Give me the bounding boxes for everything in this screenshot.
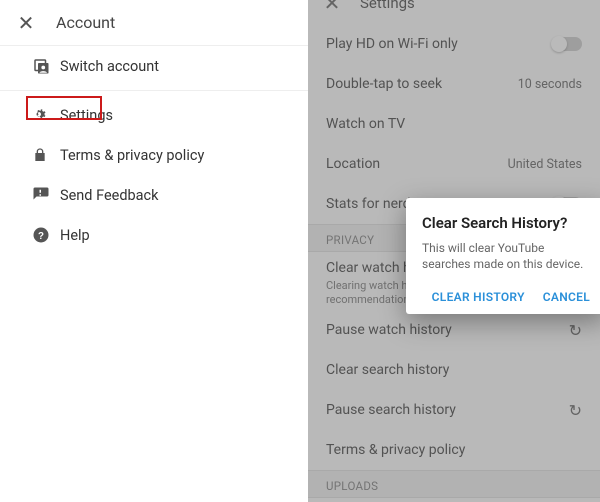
row-label: Pause watch history [326, 322, 452, 338]
row-play-hd[interactable]: Play HD on Wi-Fi only [308, 24, 600, 64]
menu-settings[interactable]: Settings [0, 95, 308, 135]
row-label: Terms & privacy policy [326, 442, 465, 458]
menu-label: Switch account [60, 58, 159, 75]
row-label: Double-tap to seek [326, 76, 442, 92]
menu-label: Help [60, 227, 90, 244]
row-pause-search-history[interactable]: Pause search history ↻ [308, 390, 600, 430]
row-pause-watch-history[interactable]: Pause watch history ↻ [308, 310, 600, 350]
lock-icon [32, 146, 60, 164]
feedback-icon [32, 186, 60, 204]
settings-header: ✕ Settings [308, 0, 600, 24]
menu-label: Terms & privacy policy [60, 147, 204, 164]
dialog-actions: CLEAR HISTORY CANCEL [422, 290, 590, 304]
account-title: Account [56, 13, 115, 32]
row-label: Location [326, 156, 380, 172]
account-header: ✕ Account [0, 0, 308, 46]
row-upload-quality[interactable]: Upload quality 1080p [308, 498, 600, 502]
row-label: Pause search history [326, 402, 456, 418]
row-value: United States [508, 157, 582, 172]
row-label: Watch on TV [326, 116, 405, 132]
row-double-tap-seek[interactable]: Double-tap to seek 10 seconds [308, 64, 600, 104]
menu-help[interactable]: ? Help [0, 215, 308, 255]
menu-feedback[interactable]: Send Feedback [0, 175, 308, 215]
clear-search-dialog: Clear Search History? This will clear Yo… [406, 198, 600, 314]
row-watch-on-tv[interactable]: Watch on TV [308, 104, 600, 144]
section-uploads: UPLOADS [308, 470, 600, 498]
row-terms-privacy[interactable]: Terms & privacy policy [308, 430, 600, 470]
refresh-icon[interactable]: ↻ [569, 401, 582, 420]
close-icon[interactable]: ✕ [320, 0, 344, 15]
cancel-button[interactable]: CANCEL [543, 290, 590, 304]
row-value: 10 seconds [518, 77, 582, 92]
help-icon: ? [32, 226, 60, 244]
row-label: Clear search history [326, 362, 449, 378]
dialog-title: Clear Search History? [422, 214, 590, 232]
menu-label: Send Feedback [60, 187, 158, 204]
row-clear-search-history[interactable]: Clear search history [308, 350, 600, 390]
clear-history-button[interactable]: CLEAR HISTORY [432, 290, 525, 304]
toggle-off[interactable] [552, 37, 582, 51]
close-icon[interactable]: ✕ [14, 11, 38, 35]
gear-icon [32, 106, 60, 124]
row-label: Play HD on Wi-Fi only [326, 36, 458, 52]
switch-account-icon [32, 57, 60, 75]
menu-switch-account[interactable]: Switch account [0, 46, 308, 86]
refresh-icon[interactable]: ↻ [569, 321, 582, 340]
row-label: Stats for nerds [326, 196, 418, 212]
menu-terms[interactable]: Terms & privacy policy [0, 135, 308, 175]
svg-text:?: ? [38, 231, 44, 242]
dialog-body: This will clear YouTube searches made on… [422, 240, 590, 272]
settings-title: Settings [360, 0, 415, 12]
menu-label: Settings [60, 107, 113, 124]
divider [0, 90, 308, 91]
settings-panel: ✕ Settings Play HD on Wi-Fi only Double-… [308, 0, 600, 502]
account-panel: ✕ Account Switch account Settings Terms … [0, 0, 308, 502]
row-location[interactable]: Location United States [308, 144, 600, 184]
